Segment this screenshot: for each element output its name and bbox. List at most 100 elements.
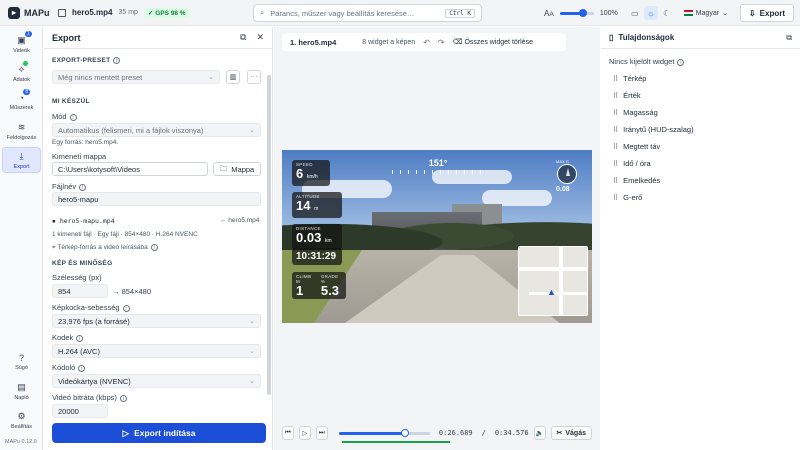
clock-widget[interactable]: 10:31:29 <box>292 248 342 265</box>
speed-widget[interactable]: SPEED 6 km/h <box>292 160 330 186</box>
info-icon: i <box>76 334 84 342</box>
width-label: Szélesség (px) <box>52 273 102 282</box>
fps-select[interactable]: 23,976 fps (a forrásé) ⌄ <box>52 314 261 328</box>
save-preset-button[interactable]: ▥ <box>226 70 240 84</box>
file-icon <box>58 8 66 17</box>
start-export-button[interactable]: ▷ Export indítása <box>52 423 266 443</box>
preset-section-heading: EXPORT-PRESET i <box>52 57 121 64</box>
current-time: 0:26.689 <box>438 429 473 437</box>
data-icon: ⟡ <box>19 60 29 75</box>
info-icon: i <box>69 113 77 121</box>
zoom-slider[interactable] <box>559 9 594 17</box>
help-icon: ? <box>18 353 24 363</box>
drag-handle-icon[interactable]: ⠿ <box>613 75 618 83</box>
output-summary: 1 kimeneti fájl · Egy fájl · 854×480 · H… <box>52 231 198 238</box>
rail-item-videos[interactable]: ▣ 1 Videók <box>2 30 41 57</box>
panel-icon: ▯ <box>609 33 614 42</box>
rail-item-settings[interactable]: ⚙ Beállítás <box>2 407 41 433</box>
widget-count: 8 widget a képen <box>362 38 416 46</box>
widget-list-item[interactable]: ⠿ Idő / óra <box>613 159 651 168</box>
preset-more-button[interactable]: ⋯ <box>247 70 261 84</box>
info-icon: i <box>122 304 130 312</box>
search-icon: ⌕ <box>260 8 265 17</box>
skip-end-button[interactable]: ⏭ <box>315 426 328 440</box>
moon-icon[interactable]: ☾ <box>660 6 674 20</box>
video-icon: ▣ 1 <box>17 30 32 46</box>
logo-icon: ▸ <box>8 6 20 19</box>
map-widget[interactable]: ▲ <box>518 246 588 316</box>
language-select[interactable]: Magyar ⌄ <box>683 9 728 17</box>
drag-handle-icon[interactable]: ⠿ <box>613 177 618 185</box>
rail-item-processing[interactable]: ≋ Feldolgozás <box>2 118 41 144</box>
close-icon[interactable]: ✕ <box>256 32 264 43</box>
rail-item-data[interactable]: ⟡ Adatok <box>2 60 41 86</box>
rail-item-instruments[interactable]: ◔ 8 Műszerek <box>2 89 41 115</box>
widget-list-item[interactable]: ⠿ Iránytű (HUD-szalag) <box>613 125 694 134</box>
rail-item-log[interactable]: ▤ Napló <box>2 378 41 404</box>
filename-input[interactable]: hero5-mapu <box>52 192 261 206</box>
widget-list-item[interactable]: ⠿ Megtett táv <box>613 142 660 151</box>
theme-switch: ▭ ☼ ☾ <box>628 6 674 20</box>
widget-list-item[interactable]: ⠿ Magasság <box>613 108 658 117</box>
current-file[interactable]: hero5.mp4 35 mp ✓ GPS 98 % <box>58 7 190 18</box>
drag-handle-icon[interactable]: ⠿ <box>613 160 618 168</box>
rail-item-export[interactable]: ⤓ Export <box>2 147 41 173</box>
volume-button[interactable]: 🔈 <box>533 426 546 440</box>
drag-handle-icon[interactable]: ⠿ <box>613 143 618 151</box>
bitrate-input[interactable]: 20000 <box>52 404 108 418</box>
text-size-icon[interactable]: AA <box>544 9 554 18</box>
popout-icon[interactable]: ⧉ <box>786 33 792 43</box>
drag-handle-icon[interactable]: ⠿ <box>613 194 618 202</box>
panel-scrollbar[interactable] <box>267 75 271 395</box>
clear-widgets-button[interactable]: ⌫ Összes widget törlése <box>453 38 533 46</box>
monitor-icon[interactable]: ▭ <box>628 6 642 20</box>
chevron-down-icon: ⌄ <box>249 127 255 134</box>
output-folder-input[interactable]: C:\Users\kotysoft\Videos <box>52 162 208 176</box>
chevron-down-icon: ⌄ <box>249 318 255 325</box>
skip-start-button[interactable]: ⏮ <box>282 426 294 440</box>
widget-list-item[interactable]: ⠿ Emelkedés <box>613 176 660 185</box>
command-search[interactable]: ⌕ Parancs, műszer vagy beállítás keresés… <box>253 4 482 22</box>
panel-title: Export <box>52 32 81 43</box>
top-bar: ▸ MAPu hero5.mp4 35 mp ✓ GPS 98 % ⌕ Para… <box>0 0 800 26</box>
popout-icon[interactable]: ⧉ <box>240 32 246 43</box>
play-button[interactable]: ▷ <box>298 426 311 440</box>
heading-tape-widget[interactable]: 151° <box>392 158 484 174</box>
preset-select[interactable]: Még nincs mentett preset ⌄ <box>52 70 220 84</box>
mode-select[interactable]: Automatikus (felismeri, mi a fájlok visz… <box>52 123 261 137</box>
folder-label: Kimeneti mappa <box>52 152 107 161</box>
widget-list-item[interactable]: ⠿ Térkép <box>613 74 646 83</box>
top-export-button[interactable]: ⇩ Export <box>739 4 794 22</box>
info-icon: i <box>150 244 158 251</box>
widget-list-item[interactable]: ⠿ Érték <box>613 91 641 100</box>
no-selection-text: Nincs kijelölt widget i <box>609 57 685 66</box>
widget-name: Érték <box>623 91 641 100</box>
cut-button[interactable]: ✂ Vágás <box>550 426 592 440</box>
output-source: ← hero5.mp4 <box>220 217 260 224</box>
climb-widget[interactable]: CLIMB M1 GRADE % 5.3 <box>292 272 346 299</box>
gforce-widget[interactable] <box>557 164 577 184</box>
widget-list-item[interactable]: ⠿ G-erő <box>613 193 642 202</box>
seek-slider[interactable] <box>338 428 430 437</box>
altitude-widget[interactable]: ALTITUDE 14 m <box>292 192 342 218</box>
encoder-select[interactable]: Videókártya (NVENC) ⌄ <box>52 374 261 388</box>
rail-item-help[interactable]: ? Súgó <box>2 349 41 375</box>
video-preview[interactable]: SPEED 6 km/h 151° MAX G 0.08 ALTITUDE 14… <box>282 150 592 323</box>
video-tab[interactable]: 1. hero5.mp4 <box>290 38 336 47</box>
drag-handle-icon[interactable]: ⠿ <box>613 126 618 134</box>
info-icon: i <box>119 394 127 402</box>
drag-handle-icon[interactable]: ⠿ <box>613 92 618 100</box>
folder-button[interactable]: 🗀 Mappa <box>213 162 261 176</box>
width-input[interactable]: 854 <box>52 284 108 298</box>
more-icon: ⋯ <box>250 74 258 81</box>
undo-icon[interactable]: ↶ <box>423 38 430 47</box>
save-icon: ▥ <box>229 74 237 81</box>
codec-select[interactable]: H.264 (AVC) ⌄ <box>52 344 261 358</box>
play-icon: ▷ <box>122 427 130 438</box>
distance-widget[interactable]: DISTANCE 0.03 km <box>292 224 342 250</box>
drag-handle-icon[interactable]: ⠿ <box>613 109 618 117</box>
sun-icon[interactable]: ☼ <box>643 6 658 20</box>
total-time: 0:34.576 <box>494 429 529 437</box>
redo-icon[interactable]: ↷ <box>438 38 445 47</box>
gps-badge: ✓ GPS 98 % <box>143 7 190 18</box>
